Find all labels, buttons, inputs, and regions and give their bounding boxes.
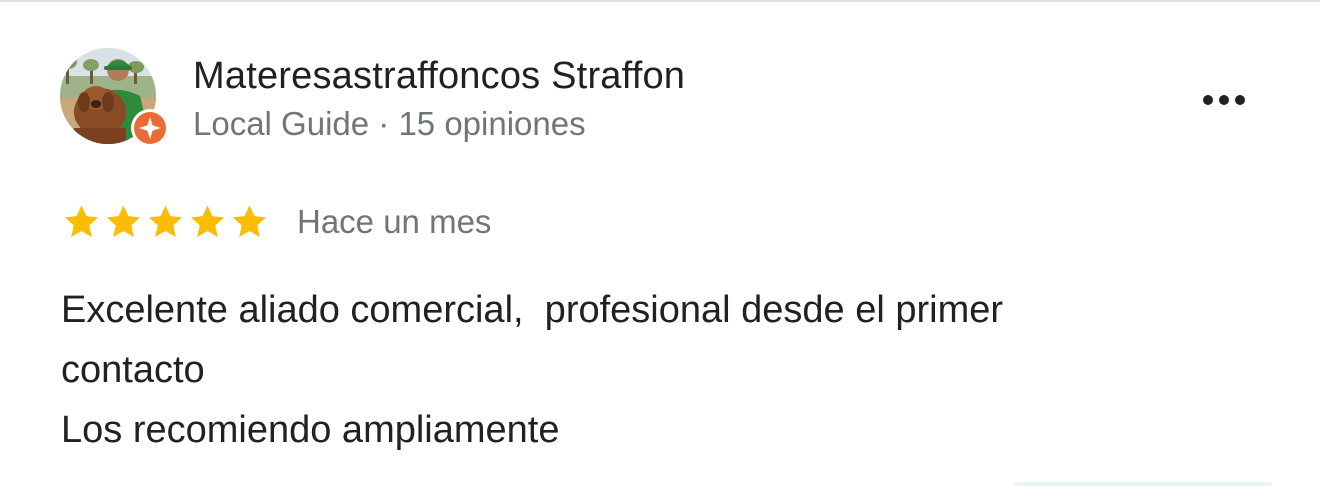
local-guide-badge (130, 108, 170, 148)
review-text-line: Los recomiendo ampliamente (61, 409, 560, 451)
reviewer-avatar-group[interactable] (60, 48, 172, 150)
review-card: Materesastraffoncos Straffon Local Guide… (0, 2, 1320, 486)
review-time: Hace un mes (297, 203, 492, 240)
reviewer-name[interactable]: Materesastraffoncos Straffon (193, 54, 685, 98)
more-horizontal-icon-dot (1235, 95, 1245, 105)
reviewer-meta[interactable]: Local Guide · 15 opiniones (193, 104, 586, 144)
review-text: Excelente aliado comercial, profesional … (61, 280, 1261, 460)
star-icon (148, 205, 183, 238)
more-horizontal-icon (1203, 95, 1213, 105)
more-horizontal-icon-dot (1219, 95, 1229, 105)
star-icon (190, 205, 225, 238)
star-icon (64, 205, 99, 238)
review-text-line: Excelente aliado comercial, profesional … (61, 289, 1004, 331)
star-icon (106, 205, 141, 238)
more-options-button[interactable] (1192, 82, 1256, 118)
star-rating (62, 203, 269, 241)
star-icon (232, 205, 267, 238)
review-text-line: contacto (61, 349, 205, 391)
rating-row: Hace un mes (62, 202, 491, 242)
next-card-edge (1014, 482, 1272, 486)
local-guide-star-badge-icon (131, 109, 169, 147)
